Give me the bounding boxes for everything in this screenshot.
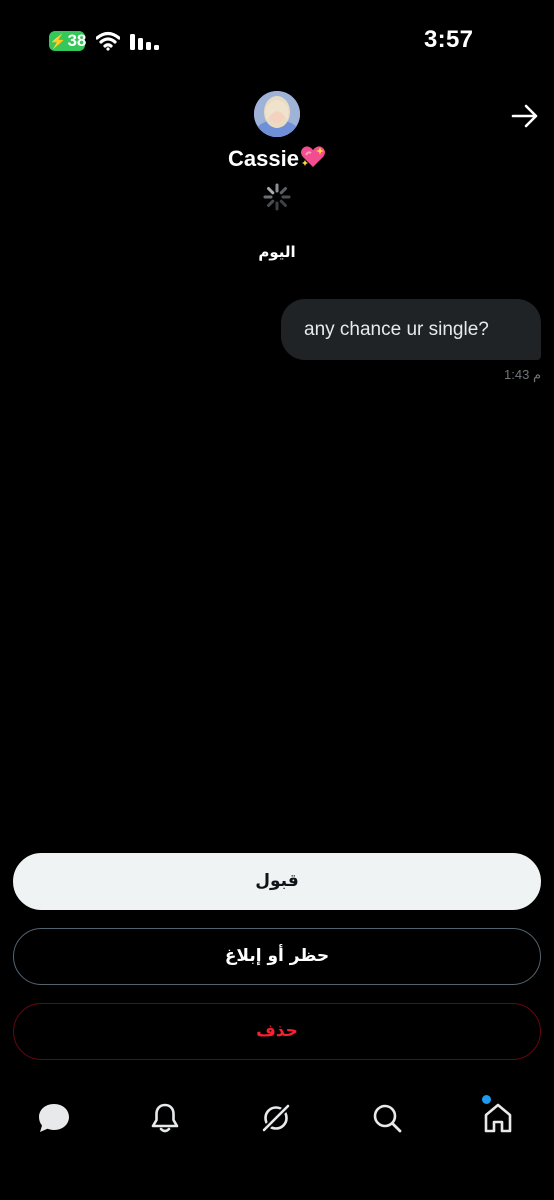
notification-dot xyxy=(482,1095,491,1104)
nav-search[interactable] xyxy=(365,1088,409,1148)
contact-name-text: Cassie xyxy=(228,146,299,171)
messages-icon xyxy=(39,1104,69,1132)
status-bar: ⚡38 3:57 xyxy=(0,0,554,82)
message-timestamp: 1:43 م xyxy=(504,367,541,382)
battery-level: 38 xyxy=(67,31,87,50)
spinner-icon xyxy=(263,183,291,211)
notifications-bell-icon xyxy=(151,1103,179,1133)
accept-button[interactable]: قبول xyxy=(13,853,541,910)
delete-button[interactable]: حذف xyxy=(13,1003,541,1060)
block-or-report-button[interactable]: حظر أو إبلاغ xyxy=(13,928,541,985)
contact-name[interactable]: Cassie xyxy=(0,145,554,172)
nav-notifications[interactable] xyxy=(143,1088,187,1148)
clock: 3:57 xyxy=(424,26,474,53)
battery-charging-icon: ⚡38 xyxy=(49,31,87,51)
sparkling-heart-icon xyxy=(300,146,325,167)
home-icon xyxy=(484,1103,512,1133)
nav-messages[interactable] xyxy=(32,1088,76,1148)
search-icon xyxy=(373,1104,402,1133)
day-divider: اليوم xyxy=(258,243,296,261)
avatar[interactable] xyxy=(254,91,300,137)
message-bubble[interactable]: any chance ur single? xyxy=(281,299,541,360)
bottom-nav xyxy=(0,1088,554,1148)
nav-grok[interactable] xyxy=(254,1088,298,1148)
wifi-icon xyxy=(96,31,120,51)
message-request-screen: ⚡38 3:57 Cassie اليوم any chance ur sing… xyxy=(0,0,554,1200)
grok-icon xyxy=(261,1103,291,1133)
arrow-right-icon[interactable] xyxy=(510,103,540,129)
cellular-signal-icon xyxy=(130,34,159,50)
